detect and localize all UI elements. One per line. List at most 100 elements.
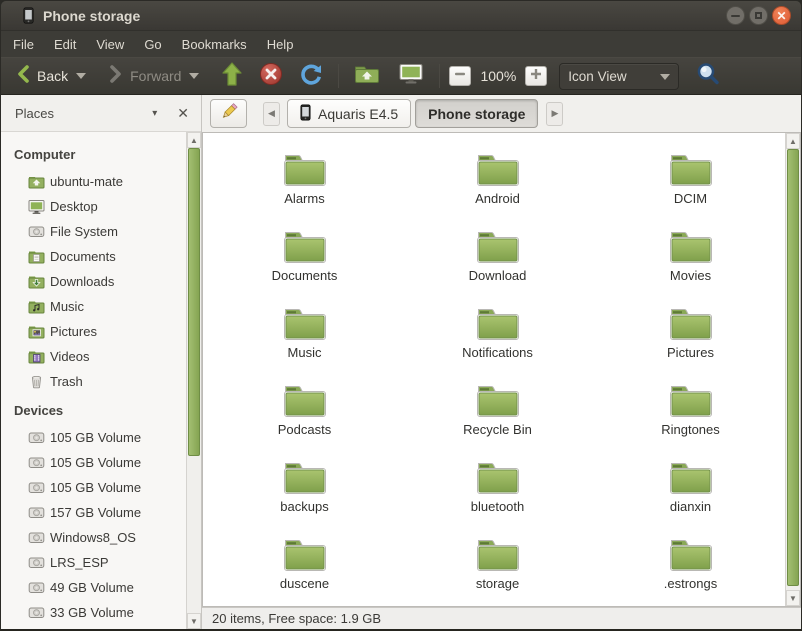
sidebar-item-filesystem[interactable]: File System [1, 219, 186, 244]
folder-icon [282, 151, 328, 189]
folder-label: backups [280, 499, 328, 514]
sidebar-item-volume[interactable]: 33 GB Volume [1, 600, 186, 625]
menu-view[interactable]: View [86, 34, 134, 55]
sidebar-item-windows8-os[interactable]: Windows8_OS [1, 525, 186, 550]
folder-item[interactable]: Documents [208, 220, 401, 297]
folder-item-partial[interactable] [473, 597, 519, 607]
folder-icon [475, 459, 521, 497]
sidebar-item-desktop[interactable]: Desktop [1, 194, 186, 219]
folder-label: Ringtones [661, 422, 720, 437]
breadcrumb-device[interactable]: Aquaris E4.5 [287, 99, 411, 128]
sidebar-item-trash[interactable]: Trash [1, 369, 186, 394]
zoom-in-button[interactable] [525, 66, 547, 86]
menu-edit[interactable]: Edit [44, 34, 86, 55]
folder-label: Notifications [462, 345, 533, 360]
stop-button[interactable] [253, 59, 289, 94]
minimize-button[interactable] [726, 6, 745, 25]
edit-location-button[interactable] [210, 99, 247, 128]
forward-button[interactable]: Forward [102, 61, 205, 92]
sidebar-item-volume-partial[interactable] [1, 625, 186, 629]
folder-item[interactable]: Music [208, 297, 401, 374]
sidebar-item-documents[interactable]: Documents [1, 244, 186, 269]
close-button[interactable]: ✕ [772, 6, 791, 25]
folder-item[interactable]: Download [401, 220, 594, 297]
up-button[interactable] [215, 58, 249, 95]
back-history-caret-icon[interactable] [76, 73, 86, 79]
path-scroll-left-button[interactable]: ◀ [263, 102, 280, 126]
folder-item[interactable]: backups [208, 451, 401, 528]
drive-icon [28, 454, 45, 471]
forward-history-caret-icon[interactable] [189, 73, 199, 79]
maximize-button[interactable] [749, 6, 768, 25]
side-pane-title: Places [15, 106, 54, 121]
sidebar-scrollbar[interactable]: ▲ ▼ [186, 132, 201, 629]
folder-item[interactable]: .estrongs [594, 528, 787, 605]
folder-item[interactable]: Recycle Bin [401, 374, 594, 451]
side-pane-caret-icon[interactable]: ▾ [152, 108, 157, 119]
home-button[interactable] [348, 60, 386, 92]
content-column: ◀ Aquaris E4.5 Phone storage ▶ Alarms [202, 95, 801, 629]
sidebar-item-lrs-esp[interactable]: LRS_ESP [1, 550, 186, 575]
side-pane-header[interactable]: Places ▾ ✕ [1, 95, 201, 132]
main-scrollbar-thumb[interactable] [787, 149, 799, 586]
forward-label: Forward [130, 68, 181, 84]
sidebar-item-music[interactable]: Music [1, 294, 186, 319]
folder-item[interactable]: DCIM [594, 143, 787, 220]
folder-label: duscene [280, 576, 329, 591]
folder-view[interactable]: Alarms Android DCIM Documents [202, 132, 801, 607]
menu-bookmarks[interactable]: Bookmarks [172, 34, 257, 55]
scroll-down-icon[interactable]: ▼ [187, 613, 201, 629]
path-scroll-right-button[interactable]: ▶ [546, 102, 563, 126]
sidebar-item-label: 157 GB Volume [50, 505, 141, 520]
breadcrumb-current[interactable]: Phone storage [415, 99, 538, 128]
folder-item[interactable]: duscene [208, 528, 401, 605]
home-folder-toolbar-icon [354, 63, 380, 89]
search-button[interactable] [695, 61, 721, 92]
folder-label: Alarms [284, 191, 324, 206]
folder-label: bluetooth [471, 499, 525, 514]
sidebar-item-videos[interactable]: Videos [1, 344, 186, 369]
pencil-icon [218, 100, 240, 127]
zoom-out-button[interactable] [449, 66, 471, 86]
folder-grid: Alarms Android DCIM Documents [203, 133, 785, 605]
scroll-down-icon[interactable]: ▼ [786, 590, 800, 606]
sidebar-item-volume[interactable]: 105 GB Volume [1, 475, 186, 500]
computer-button[interactable] [392, 60, 430, 93]
menu-file[interactable]: File [3, 34, 44, 55]
scroll-up-icon[interactable]: ▲ [786, 133, 800, 149]
side-pane-close-icon[interactable]: ✕ [177, 106, 189, 120]
refresh-button[interactable] [293, 59, 329, 94]
main-scrollbar[interactable]: ▲ ▼ [785, 133, 800, 606]
zoom-in-icon [530, 67, 542, 85]
sidebar-scrollbar-thumb[interactable] [188, 148, 200, 456]
folder-item[interactable]: Ringtones [594, 374, 787, 451]
sidebar-item-downloads[interactable]: Downloads [1, 269, 186, 294]
sidebar-item-volume[interactable]: 49 GB Volume [1, 575, 186, 600]
back-label: Back [37, 68, 68, 84]
sidebar-item-volume[interactable]: 157 GB Volume [1, 500, 186, 525]
folder-label: Android [475, 191, 520, 206]
folder-item[interactable]: Notifications [401, 297, 594, 374]
sidebar-item-volume[interactable]: 105 GB Volume [1, 425, 186, 450]
folder-item[interactable]: Movies [594, 220, 787, 297]
folder-label: Music [288, 345, 322, 360]
sidebar-item-pictures[interactable]: Pictures [1, 319, 186, 344]
folder-item[interactable]: Alarms [208, 143, 401, 220]
folder-item[interactable]: bluetooth [401, 451, 594, 528]
folder-item[interactable]: storage [401, 528, 594, 605]
scroll-up-icon[interactable]: ▲ [187, 132, 201, 148]
back-button[interactable]: Back [9, 61, 92, 92]
view-mode-select[interactable]: Icon View [559, 63, 679, 90]
sidebar-item-home[interactable]: ubuntu-mate [1, 169, 186, 194]
folder-item[interactable]: Android [401, 143, 594, 220]
folder-item[interactable]: dianxin [594, 451, 787, 528]
folder-icon [668, 536, 714, 574]
menu-help[interactable]: Help [257, 34, 304, 55]
titlebar[interactable]: Phone storage ✕ [1, 1, 801, 31]
folder-item[interactable]: Pictures [594, 297, 787, 374]
menu-go[interactable]: Go [134, 34, 171, 55]
folder-item[interactable]: Podcasts [208, 374, 401, 451]
close-icon: ✕ [776, 10, 786, 22]
sidebar-item-volume[interactable]: 105 GB Volume [1, 450, 186, 475]
folder-icon [668, 382, 714, 420]
